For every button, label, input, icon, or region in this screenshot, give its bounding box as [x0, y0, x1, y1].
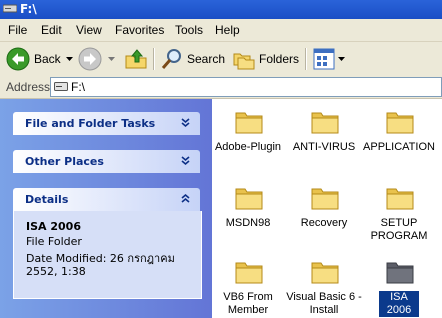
file-folder-tasks-title: File and Folder Tasks	[25, 117, 156, 130]
folder-label-selected: ISA 2006	[379, 291, 419, 317]
folder-icon	[386, 262, 414, 284]
menu-help[interactable]: Help	[215, 23, 240, 37]
menu-favorites[interactable]: Favorites	[115, 23, 164, 37]
folders-label: Folders	[259, 52, 300, 66]
back-label: Back	[34, 52, 61, 66]
folder-label: SETUP PROGRAM	[370, 217, 428, 242]
folder-icon	[235, 262, 263, 284]
views-icon	[313, 48, 335, 70]
views-button[interactable]	[312, 46, 348, 72]
folder-icon	[311, 262, 339, 284]
folder-icon	[386, 112, 414, 134]
title-bar[interactable]: F:\	[0, 0, 442, 19]
folder-label: Visual Basic 6 - Install	[286, 291, 362, 316]
window-title: F:\	[20, 2, 37, 16]
views-dropdown-icon[interactable]	[338, 57, 345, 61]
menu-bar: File Edit View Favorites Tools Help	[0, 19, 442, 42]
forward-dropdown-icon[interactable]	[108, 57, 115, 61]
collapse-chevron-icon[interactable]	[179, 192, 192, 205]
details-title: Details	[25, 193, 69, 206]
folder-label: Adobe-Plugin	[214, 141, 282, 153]
menu-tools[interactable]: Tools	[175, 23, 203, 37]
drive-icon	[54, 82, 68, 91]
folders-icon	[233, 53, 255, 70]
address-value: F:\	[71, 80, 85, 94]
drive-icon	[3, 4, 17, 13]
menu-edit[interactable]: Edit	[41, 23, 62, 37]
expand-chevron-icon[interactable]	[179, 154, 192, 167]
forward-button[interactable]	[78, 46, 120, 72]
other-places-title: Other Places	[25, 155, 104, 168]
details-panel: ISA 2006 File Folder Date Modified: 26 ก…	[13, 211, 202, 299]
details-modified: Date Modified: 26 กรกฎาคม 2552, 1:38	[26, 252, 175, 278]
folders-button[interactable]: Folders	[231, 46, 299, 72]
toolbar: Back Search Folders	[0, 42, 442, 77]
toolbar-separator	[153, 48, 155, 70]
details-header[interactable]: Details	[13, 188, 200, 211]
folder-icon	[235, 112, 263, 134]
toolbar-separator	[305, 48, 307, 70]
menu-file[interactable]: File	[8, 23, 27, 37]
expand-chevron-icon[interactable]	[179, 116, 192, 129]
search-button[interactable]: Search	[158, 46, 226, 72]
folder-label: MSDN98	[225, 217, 271, 229]
back-dropdown-icon[interactable]	[66, 57, 73, 61]
details-name: ISA 2006	[26, 220, 81, 233]
other-places-header[interactable]: Other Places	[13, 150, 200, 173]
forward-arrow-icon	[78, 47, 102, 71]
search-icon	[161, 49, 181, 69]
folder-icon	[311, 112, 339, 134]
folder-label: ANTI-VIRUS	[292, 141, 356, 153]
up-folder-icon	[125, 49, 147, 69]
menu-view[interactable]: View	[76, 23, 102, 37]
folder-icon	[386, 188, 414, 210]
details-type: File Folder	[26, 235, 82, 248]
back-arrow-icon	[6, 47, 30, 71]
up-folder-button[interactable]	[123, 46, 149, 72]
file-folder-tasks-header[interactable]: File and Folder Tasks	[13, 112, 200, 135]
address-label: Address	[6, 80, 51, 94]
address-bar: Address F:\	[0, 76, 442, 99]
folder-label: APPLICATION	[363, 141, 435, 153]
folder-label: VB6 From Member	[223, 291, 273, 316]
folder-label: Recovery	[300, 217, 348, 229]
folder-icon	[235, 188, 263, 210]
search-label: Search	[187, 52, 226, 66]
back-button[interactable]: Back	[4, 46, 76, 72]
address-input[interactable]: F:\	[50, 77, 442, 97]
folder-icon	[311, 188, 339, 210]
